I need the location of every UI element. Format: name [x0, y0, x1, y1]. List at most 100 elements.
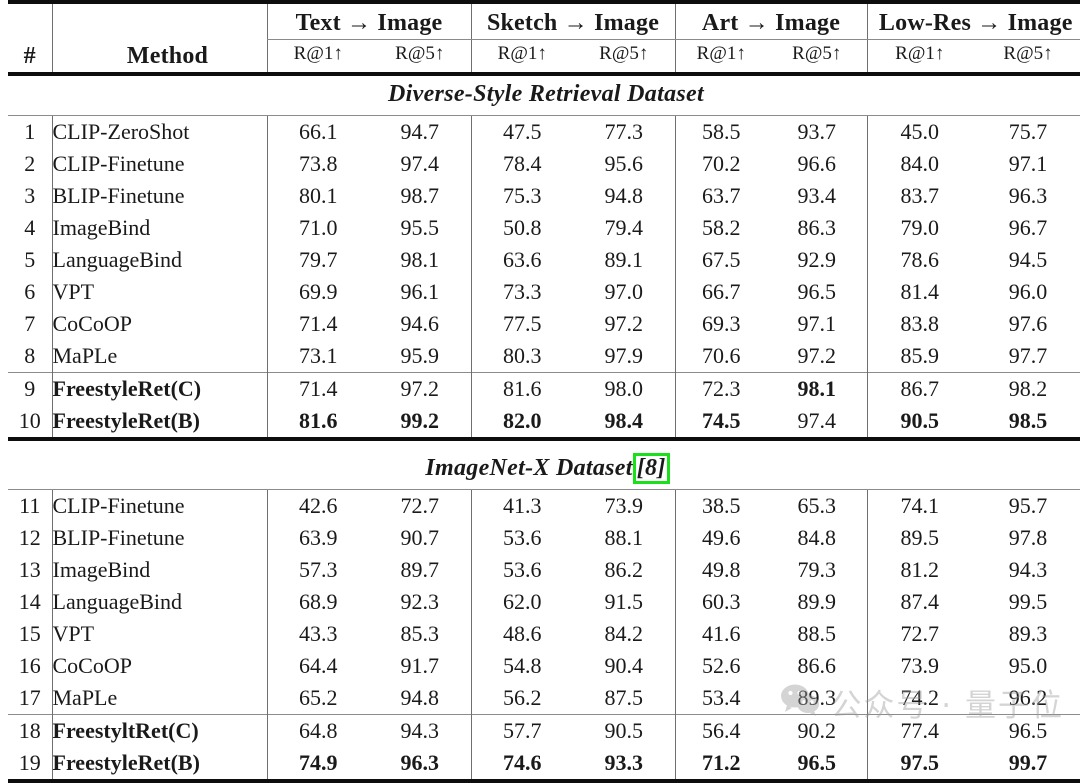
table-cell-value: 57.3	[266, 554, 369, 586]
table-cell-value: 49.8	[674, 554, 767, 586]
column-header-metric-4-1: R@1↑	[866, 39, 972, 74]
table-cell-value: 70.6	[674, 340, 767, 373]
column-header-index: #	[23, 43, 36, 69]
row-method-name: FreestyltRet(C)	[51, 715, 267, 747]
table-cell-value: 95.6	[604, 151, 644, 176]
row-method-name: CoCoOP	[51, 308, 267, 340]
table-cell-value: 86.3	[797, 215, 837, 240]
table-cell-value: 93.4	[797, 183, 837, 208]
table-cell-value: 98.0	[604, 376, 644, 401]
table-cell-value: 97.7	[1008, 343, 1048, 368]
table-cell-value: 90.7	[400, 525, 440, 550]
table-cell-value: 60.3	[674, 586, 767, 618]
table-cell-value: 75.3	[470, 180, 573, 212]
table-cell-value: 98.1	[400, 247, 440, 272]
table-cell-value: 66.1	[266, 116, 369, 148]
row-index: 9	[24, 376, 36, 401]
table-cell-value: 93.3	[604, 750, 644, 775]
row-index: 19	[18, 750, 41, 775]
row-method-name: FreestyleRet(B)	[51, 405, 267, 439]
table-cell-value: 89.9	[797, 589, 837, 614]
table-cell-value: 77.3	[604, 119, 644, 144]
table-cell-value: 74.5	[674, 405, 767, 439]
table-row: 1 CLIP-ZeroShot 66.1 94.7 47.5 77.3 58.5 93.7 45…	[8, 116, 1080, 148]
row-method-name: MaPLe	[51, 340, 267, 373]
row-index: 16	[18, 653, 41, 678]
table-cell-value: 70.2	[674, 148, 767, 180]
table-cell-value: 69.9	[266, 276, 369, 308]
table-cell-value: 53.6	[470, 522, 573, 554]
table-cell-value: 53.6	[470, 554, 573, 586]
table-cell-value: 97.4	[797, 408, 837, 433]
table-cell-value: 74.9	[266, 747, 369, 781]
table-cell-value: 71.4	[266, 308, 369, 340]
row-index: 6	[24, 279, 36, 304]
row-method-name: LanguageBind	[51, 586, 267, 618]
table-cell-value: 94.3	[400, 718, 440, 743]
table-cell-value: 96.6	[797, 151, 837, 176]
row-index: 17	[18, 685, 41, 710]
table-cell-value: 56.2	[470, 682, 573, 715]
table-cell-value: 78.6	[866, 244, 972, 276]
section-title: Diverse-Style Retrieval Dataset	[8, 76, 1080, 116]
table-cell-value: 81.6	[470, 373, 573, 405]
table-cell-value: 89.5	[866, 522, 972, 554]
table-cell-value: 57.7	[470, 715, 573, 747]
row-method-name: CLIP-Finetune	[51, 148, 267, 180]
table-cell-value: 74.2	[866, 682, 972, 715]
table-cell-value: 86.6	[797, 653, 837, 678]
row-method-name: BLIP-Finetune	[51, 180, 267, 212]
table-cell-value: 52.6	[674, 650, 767, 682]
row-method-name: CoCoOP	[51, 650, 267, 682]
row-index: 3	[24, 183, 36, 208]
row-index: 2	[24, 151, 36, 176]
table-cell-value: 94.6	[400, 311, 440, 336]
column-group-header-4: Low-Res → Image	[866, 4, 1080, 40]
section-title: ImageNet-X Dataset [8]	[8, 450, 1080, 490]
row-index: 1	[24, 119, 36, 144]
table-cell-value: 85.3	[400, 621, 440, 646]
row-method-name: CLIP-ZeroShot	[51, 116, 267, 148]
table-cell-value: 63.9	[266, 522, 369, 554]
table-cell-value: 63.6	[470, 244, 573, 276]
table-cell-value: 47.5	[470, 116, 573, 148]
table-row: 6 VPT 69.9 96.1 73.3 97.0 66.7 96.5 81.4 96.0	[8, 276, 1080, 308]
table-cell-value: 38.5	[674, 490, 767, 522]
table-cell-value: 79.3	[797, 557, 837, 582]
column-group-header-1: Text → Image	[266, 4, 471, 40]
table-cell-value: 97.1	[1008, 151, 1048, 176]
column-header-metric-1-1: R@1↑	[266, 39, 369, 74]
table-cell-value: 62.0	[470, 586, 573, 618]
table-cell-value: 74.1	[866, 490, 972, 522]
table-cell-value: 48.6	[470, 618, 573, 650]
table-cell-value: 78.4	[470, 148, 573, 180]
table-cell-value: 79.4	[604, 215, 644, 240]
table-cell-value: 90.4	[604, 653, 644, 678]
table-cell-value: 96.5	[797, 750, 837, 775]
column-group-header-3: Art → Image	[674, 4, 867, 40]
row-method-name: VPT	[51, 618, 267, 650]
table-cell-value: 56.4	[674, 715, 767, 747]
table-cell-value: 41.6	[674, 618, 767, 650]
table-row: 14 LanguageBind 68.9 92.3 62.0 91.5 60.3 89.9 87…	[8, 586, 1080, 618]
table-cell-value: 64.8	[266, 715, 369, 747]
table-cell-value: 84.8	[797, 525, 837, 550]
table-cell-value: 75.7	[1008, 119, 1048, 144]
table-cell-value: 49.6	[674, 522, 767, 554]
row-method-name: FreestyleRet(C)	[51, 373, 267, 405]
table-cell-value: 94.5	[1008, 247, 1048, 272]
table-cell-value: 64.4	[266, 650, 369, 682]
column-header-metric-2-1: R@1↑	[470, 39, 573, 74]
citation-link[interactable]: [8]	[632, 452, 670, 485]
table-cell-value: 90.2	[797, 718, 837, 743]
row-index: 10	[18, 408, 41, 433]
row-method-name: ImageBind	[51, 554, 267, 586]
table-cell-value: 98.1	[797, 376, 837, 401]
table-cell-value: 63.7	[674, 180, 767, 212]
table-cell-value: 98.2	[1008, 376, 1048, 401]
table-cell-value: 97.8	[1008, 525, 1048, 550]
row-method-name: FreestyleRet(B)	[51, 747, 267, 781]
table-cell-value: 77.4	[866, 715, 972, 747]
table-cell-value: 45.0	[866, 116, 972, 148]
table-cell-value: 72.7	[866, 618, 972, 650]
